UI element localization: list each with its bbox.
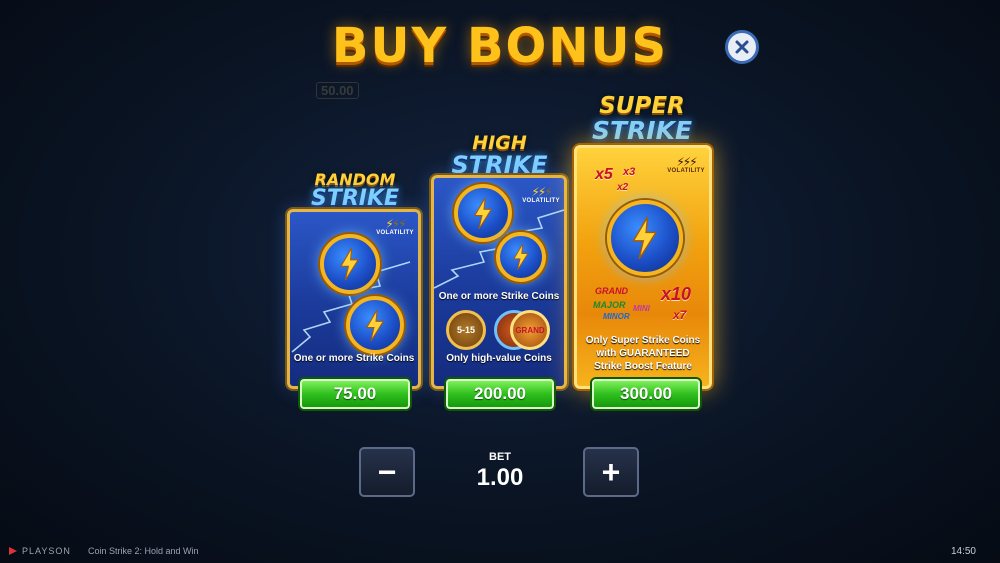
plus-icon: + (601, 454, 621, 490)
playson-logo-icon (9, 547, 17, 555)
card-description: One or more Strike Coins (293, 353, 415, 364)
footer-game-title: Coin Strike 2: Hold and Win (88, 546, 199, 556)
bet-label: BET (489, 451, 511, 463)
high-strike-card[interactable]: ⚡⚡⚡ VOLATILITY One or more Strike Coins … (431, 175, 567, 389)
strike-coin-icon (496, 232, 546, 282)
minus-icon: − (377, 454, 397, 490)
super-strike-coin-icon (607, 200, 683, 276)
random-strike-card[interactable]: ⚡⚡⚡ VOLATILITY One or more Strike Coins (287, 209, 421, 389)
close-button[interactable] (725, 30, 759, 64)
super-strike-card[interactable]: ⚡⚡⚡ VOLATILITY x5 x3 x2 GRAND MAJOR MINI… (574, 145, 712, 389)
multiplier-x10: x10 (661, 284, 692, 304)
buy-high-strike-button[interactable]: 200.00 (446, 379, 554, 409)
buy-super-strike-button[interactable]: 300.00 (592, 379, 700, 409)
close-icon (735, 40, 749, 54)
tier-mini: MINI (633, 304, 650, 313)
super-strike-title: SUPER STRIKE (591, 93, 693, 145)
volatility-bolts-icon: ⚡⚡⚡ (385, 217, 406, 231)
multiplier-x3: x3 (623, 166, 636, 178)
buy-random-strike-button[interactable]: 75.00 (300, 379, 410, 409)
bet-value: 1.00 (476, 464, 524, 491)
multiplier-x2: x2 (617, 182, 629, 193)
multiplier-x5: x5 (595, 166, 613, 183)
card-description-top: One or more Strike Coins (438, 291, 560, 302)
background-value: 50.00 (316, 82, 359, 99)
multiplier-x7: x7 (673, 308, 687, 322)
tier-grand: GRAND (595, 286, 628, 296)
volatility-bolts-icon: ⚡⚡⚡ (531, 185, 552, 199)
tier-minor: MINOR (603, 312, 630, 321)
strike-coin-icon (320, 234, 380, 294)
footer-brand: PLAYSON (8, 546, 71, 556)
decrease-bet-button[interactable]: − (359, 447, 415, 497)
strike-coin-icon (454, 184, 512, 242)
increase-bet-button[interactable]: + (583, 447, 639, 497)
card-description: Only Super Strike Coins with GUARANTEED … (585, 335, 701, 372)
high-strike-title: HIGH STRIKE (451, 132, 548, 179)
volatility-bolts-icon: ⚡⚡⚡ (676, 155, 697, 169)
tier-major: MAJOR (593, 300, 626, 310)
footer-clock: 14:50 (950, 546, 976, 557)
card-description: Only high-value Coins (446, 353, 552, 364)
coin-grand-icon: GRAND (510, 310, 550, 350)
page-title: BUY BONUS (331, 18, 669, 74)
coin-5-15-icon: 5-15 (446, 310, 486, 350)
volatility-indicator: ⚡⚡⚡ VOLATILITY (667, 155, 705, 174)
strike-coin-icon (346, 296, 404, 354)
volatility-indicator: ⚡⚡⚡ VOLATILITY (376, 217, 414, 236)
random-strike-title: RANDOM STRIKE (310, 170, 400, 211)
